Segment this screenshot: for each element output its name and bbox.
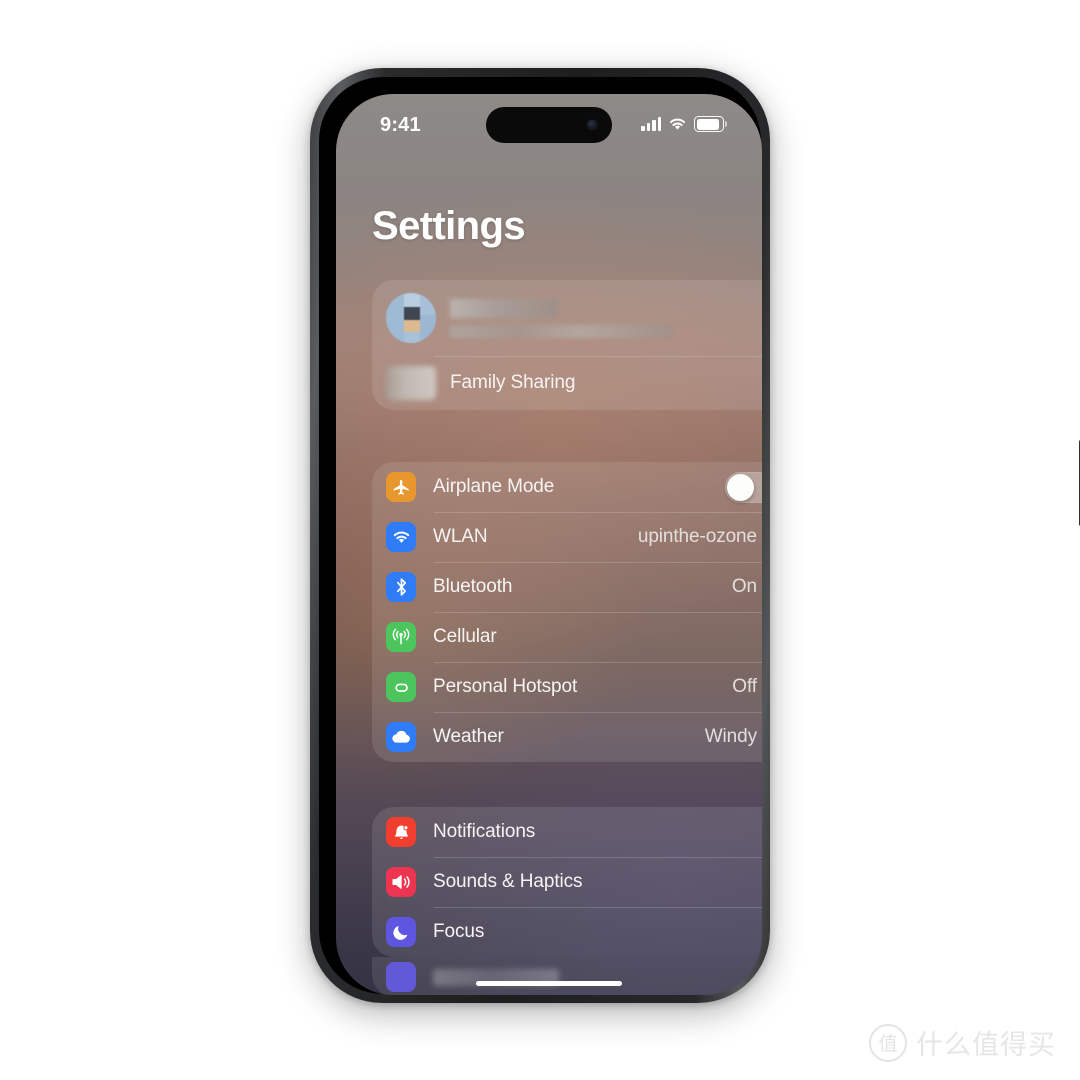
network-group: Airplane Mode WLAN upinthe-ozone Bluetoo… [372, 462, 762, 762]
wifi-icon [669, 118, 686, 130]
hourglass-icon [386, 962, 416, 992]
iphone-device-frame: 9:41 Settings Family Sharing Airplane Mo… [310, 68, 1080, 1003]
front-camera-icon [587, 119, 598, 131]
weather-cloud-icon [386, 722, 416, 752]
row-label: Sounds & Haptics [433, 871, 583, 892]
row-value: Windy [704, 726, 757, 747]
personal-hotspot-icon [386, 672, 416, 702]
avatar [386, 293, 436, 343]
account-group: Family Sharing [372, 280, 762, 410]
settings-row-focus[interactable]: Focus [372, 907, 762, 957]
battery-full-icon [694, 116, 727, 132]
apple-id-row[interactable] [372, 280, 762, 356]
settings-row-notifications[interactable]: Notifications [372, 807, 762, 857]
settings-row-personal-hotspot[interactable]: Personal Hotspot Off [372, 662, 762, 712]
watermark-text: 什么值得买 [916, 1030, 1056, 1060]
row-label: Cellular [433, 626, 497, 647]
bell-icon [386, 817, 416, 847]
device-bezel: 9:41 Settings Family Sharing Airplane Mo… [319, 77, 762, 995]
airplane-mode-toggle[interactable] [725, 471, 762, 503]
settings-row-wlan[interactable]: WLAN upinthe-ozone [372, 512, 762, 562]
speaker-icon [386, 867, 416, 897]
phone-screen: 9:41 Settings Family Sharing Airplane Mo… [336, 94, 762, 995]
watermark: 值 什么值得买 [869, 1023, 1056, 1062]
cellular-signal-icon [641, 117, 661, 131]
bluetooth-icon [386, 572, 416, 602]
watermark-logo-icon: 值 [869, 1023, 907, 1062]
wifi-icon [386, 522, 416, 552]
settings-row-weather[interactable]: Weather Windy [372, 712, 762, 762]
settings-row-bluetooth[interactable]: Bluetooth On [372, 562, 762, 612]
row-label: Weather [433, 726, 504, 747]
row-value: upinthe-ozone [637, 526, 757, 547]
row-label: Bluetooth [433, 576, 513, 597]
family-sharing-icon [386, 366, 436, 400]
row-label: Focus [433, 921, 485, 942]
row-value: On [731, 576, 757, 597]
dynamic-island[interactable] [486, 107, 612, 143]
apple-id-name-redacted [450, 298, 672, 338]
moon-icon [386, 917, 416, 947]
home-indicator[interactable] [476, 981, 622, 986]
family-sharing-label: Family Sharing [450, 372, 576, 393]
page-title: Settings [372, 204, 526, 248]
settings-row-partial-redacted[interactable] [372, 957, 762, 995]
settings-row-cellular[interactable]: Cellular [372, 612, 762, 662]
screenshot-canvas: 9:41 Settings Family Sharing Airplane Mo… [0, 0, 1080, 1080]
row-label: Notifications [433, 821, 536, 842]
status-indicators [641, 116, 727, 132]
airplane-icon [386, 472, 416, 502]
row-label: Airplane Mode [433, 476, 555, 497]
row-value: Off [732, 676, 757, 697]
cellular-icon [386, 622, 416, 652]
row-label: Personal Hotspot [433, 676, 578, 697]
family-sharing-row[interactable]: Family Sharing [372, 356, 762, 410]
system-group: Notifications Sounds & Haptics Focus [372, 807, 762, 957]
status-time: 9:41 [380, 114, 421, 136]
settings-row-airplane-mode[interactable]: Airplane Mode [372, 462, 762, 512]
status-bar: 9:41 [336, 94, 762, 158]
settings-row-sounds-haptics[interactable]: Sounds & Haptics [372, 857, 762, 907]
row-label: WLAN [433, 526, 488, 547]
